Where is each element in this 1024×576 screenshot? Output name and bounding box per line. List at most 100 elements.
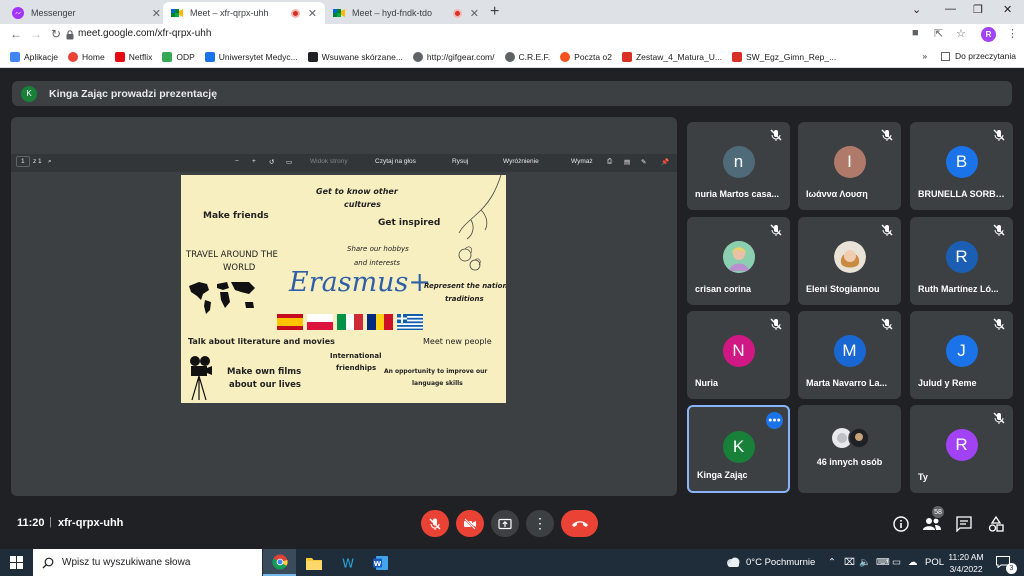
save-as-icon[interactable]: ✎ <box>641 158 646 166</box>
menu-dots-icon[interactable]: ⋮ <box>1007 27 1018 40</box>
search-icon[interactable]: ⌕ <box>48 158 52 166</box>
language-indicator[interactable]: POL <box>925 557 944 568</box>
taskbar-chrome[interactable] <box>263 549 296 576</box>
bookmark-star-icon[interactable]: ☆ <box>956 27 966 40</box>
participant-tile[interactable]: crisan corina <box>687 217 790 305</box>
presenter-avatar: K <box>21 85 37 102</box>
participant-tile[interactable]: n nuria Martos casa... <box>687 122 790 210</box>
show-hidden-icons[interactable]: ⌃ <box>828 557 836 568</box>
windows-start-icon[interactable] <box>10 556 23 569</box>
participant-tile[interactable]: I Ιωάννα Λουση <box>798 122 901 210</box>
taskbar-file-explorer[interactable] <box>297 549 330 576</box>
taskbar-word[interactable]: W <box>364 549 397 576</box>
participant-tile[interactable]: B BRUNELLA SORBE... <box>910 122 1013 210</box>
new-tab-button[interactable]: + <box>490 3 499 21</box>
erasmus-slide: Get to know other cultures Make friends … <box>181 175 506 403</box>
save-icon[interactable]: ▤ <box>624 158 630 166</box>
share-icon[interactable]: ⇱ <box>934 27 943 40</box>
draw-button[interactable]: Rysuj <box>452 158 468 165</box>
fit-page-icon[interactable]: ▭ <box>286 158 292 166</box>
camera-in-use-icon[interactable]: ■ <box>912 27 919 39</box>
bookmark-wsuwane[interactable]: Wsuwane skórzane... <box>307 51 403 62</box>
more-options-button[interactable]: ⋮ <box>526 510 554 537</box>
zoom-out-icon[interactable]: − <box>235 158 239 165</box>
reading-list-button[interactable]: Do przeczytania <box>955 51 1016 61</box>
participant-tile[interactable]: J Julud y Reme <box>910 311 1013 399</box>
keyboard-icon[interactable]: ⌨ <box>876 557 890 568</box>
slide-title-erasmus: Erasmus+ <box>289 267 432 298</box>
bookmark-sw-egz[interactable]: SW_Egz_Gimn_Rep_... <box>731 51 836 62</box>
bookmark-zestaw[interactable]: Zestaw_4_Matura_U... <box>621 51 722 62</box>
participant-avatar: J <box>945 335 978 367</box>
chat-button[interactable] <box>954 514 974 534</box>
bookmarks-overflow-icon[interactable]: » <box>922 51 927 61</box>
weather-widget[interactable]: 0°C Pochmurnie <box>746 557 815 568</box>
reload-icon[interactable]: ↻ <box>51 27 61 41</box>
network-icon[interactable]: ⌧ <box>844 557 855 568</box>
tab-meet-xfr[interactable]: Meet – xfr-qrpx-uhh ✕ <box>163 2 325 24</box>
bookmark-home[interactable]: Home <box>68 51 105 62</box>
bookmark-apps[interactable]: Aplikacje <box>10 51 58 62</box>
participant-avatar: I <box>833 146 866 178</box>
messenger-icon <box>12 7 24 19</box>
bookmark-netflix[interactable]: Netflix <box>114 51 152 62</box>
read-aloud-button[interactable]: Czytaj na głos <box>375 158 416 165</box>
page-view-button[interactable]: Widok strony <box>310 158 348 165</box>
forward-icon[interactable]: → <box>30 27 42 41</box>
self-tile[interactable]: R Ty <box>910 405 1013 493</box>
tab-messenger[interactable]: Messenger ✕ <box>4 2 169 24</box>
taskbar-clock[interactable]: 11:20 AM 3/4/2022 <box>948 551 984 575</box>
participant-tile-speaking[interactable]: ●●● K Kinga Zając <box>687 405 790 493</box>
maximize-button[interactable]: ❐ <box>973 3 983 16</box>
address-bar-row: ← → ↻ meet.google.com/xfr-qrpx-uhh ■ ⇱ ☆… <box>0 24 1024 46</box>
close-tab-icon[interactable]: ✕ <box>470 7 479 20</box>
bookmark-poczta[interactable]: Poczta o2 <box>560 51 612 62</box>
activities-button[interactable] <box>986 514 1006 534</box>
close-window-button[interactable]: ✕ <box>1003 3 1012 16</box>
rotate-icon[interactable]: ↺ <box>269 158 274 166</box>
camera-toggle-button[interactable] <box>456 510 484 537</box>
minimize-button[interactable]: — <box>945 3 956 15</box>
page-number-input[interactable]: 1 <box>16 156 30 167</box>
participant-name: crisan corina <box>695 284 752 294</box>
taskbar-app-w[interactable]: W <box>331 549 364 576</box>
tab-meet-hyd[interactable]: Meet – hyd-fndk-tdo ✕ <box>325 2 487 24</box>
bookmark-gifgear[interactable]: http://gifgear.com/ <box>412 51 495 62</box>
bookmark-cref[interactable]: C.R.E.F. <box>504 51 550 62</box>
presentation-stage[interactable]: 1 z 1 ⌕ − + ↺ ▭ Widok strony Czytaj na g… <box>11 117 677 496</box>
erase-button[interactable]: Wymaż <box>571 158 593 165</box>
tab-title: Meet – hyd-fndk-tdo <box>352 8 433 18</box>
other-participants-tile[interactable]: 46 innych osób <box>798 405 901 493</box>
volume-icon[interactable]: 🔈 <box>859 557 871 568</box>
participant-tile[interactable]: M Marta Navarro La... <box>798 311 901 399</box>
leave-call-button[interactable] <box>561 510 598 537</box>
close-tab-icon[interactable]: ✕ <box>152 7 161 20</box>
participant-tile[interactable]: N Nuria <box>687 311 790 399</box>
more-vert-icon: ⋮ <box>533 515 547 531</box>
flag-romania-icon <box>367 314 393 330</box>
hang-up-icon <box>571 520 588 527</box>
close-tab-icon[interactable]: ✕ <box>308 7 317 20</box>
zoom-in-icon[interactable]: + <box>252 158 256 165</box>
present-now-button[interactable] <box>491 510 519 537</box>
highlight-button[interactable]: Wyróżnienie <box>503 158 539 165</box>
slide-text-opportunity-2: language skills <box>412 380 463 387</box>
bookmark-university[interactable]: Uniwersytet Medyc... <box>204 51 298 62</box>
participant-tile[interactable]: R Ruth Martínez Ló... <box>910 217 1013 305</box>
slide-text-hobbys-2: and interests <box>354 259 401 267</box>
meeting-details-button[interactable] <box>891 514 911 534</box>
pin-icon[interactable]: 📌 <box>661 158 669 166</box>
microphone-toggle-button[interactable] <box>421 510 449 537</box>
back-icon[interactable]: ← <box>10 27 22 41</box>
taskbar-search-box[interactable]: Wpisz tu wyszukiwane słowa <box>33 549 262 576</box>
profile-avatar[interactable]: R <box>981 27 996 42</box>
onedrive-icon[interactable]: ☁ <box>908 557 918 568</box>
print-icon[interactable]: ⎙ <box>607 158 612 166</box>
url-field[interactable]: meet.google.com/xfr-qrpx-uhh <box>78 28 211 39</box>
participant-tile[interactable]: Eleni Stogiannou <box>798 217 901 305</box>
tab-search-icon[interactable]: ⌄ <box>912 3 921 16</box>
slide-text-new-people: Meet new people <box>423 337 492 346</box>
battery-icon[interactable]: ▭ <box>892 557 901 568</box>
bookmark-odp[interactable]: ODP <box>162 51 195 62</box>
camera-off-icon <box>464 517 476 530</box>
